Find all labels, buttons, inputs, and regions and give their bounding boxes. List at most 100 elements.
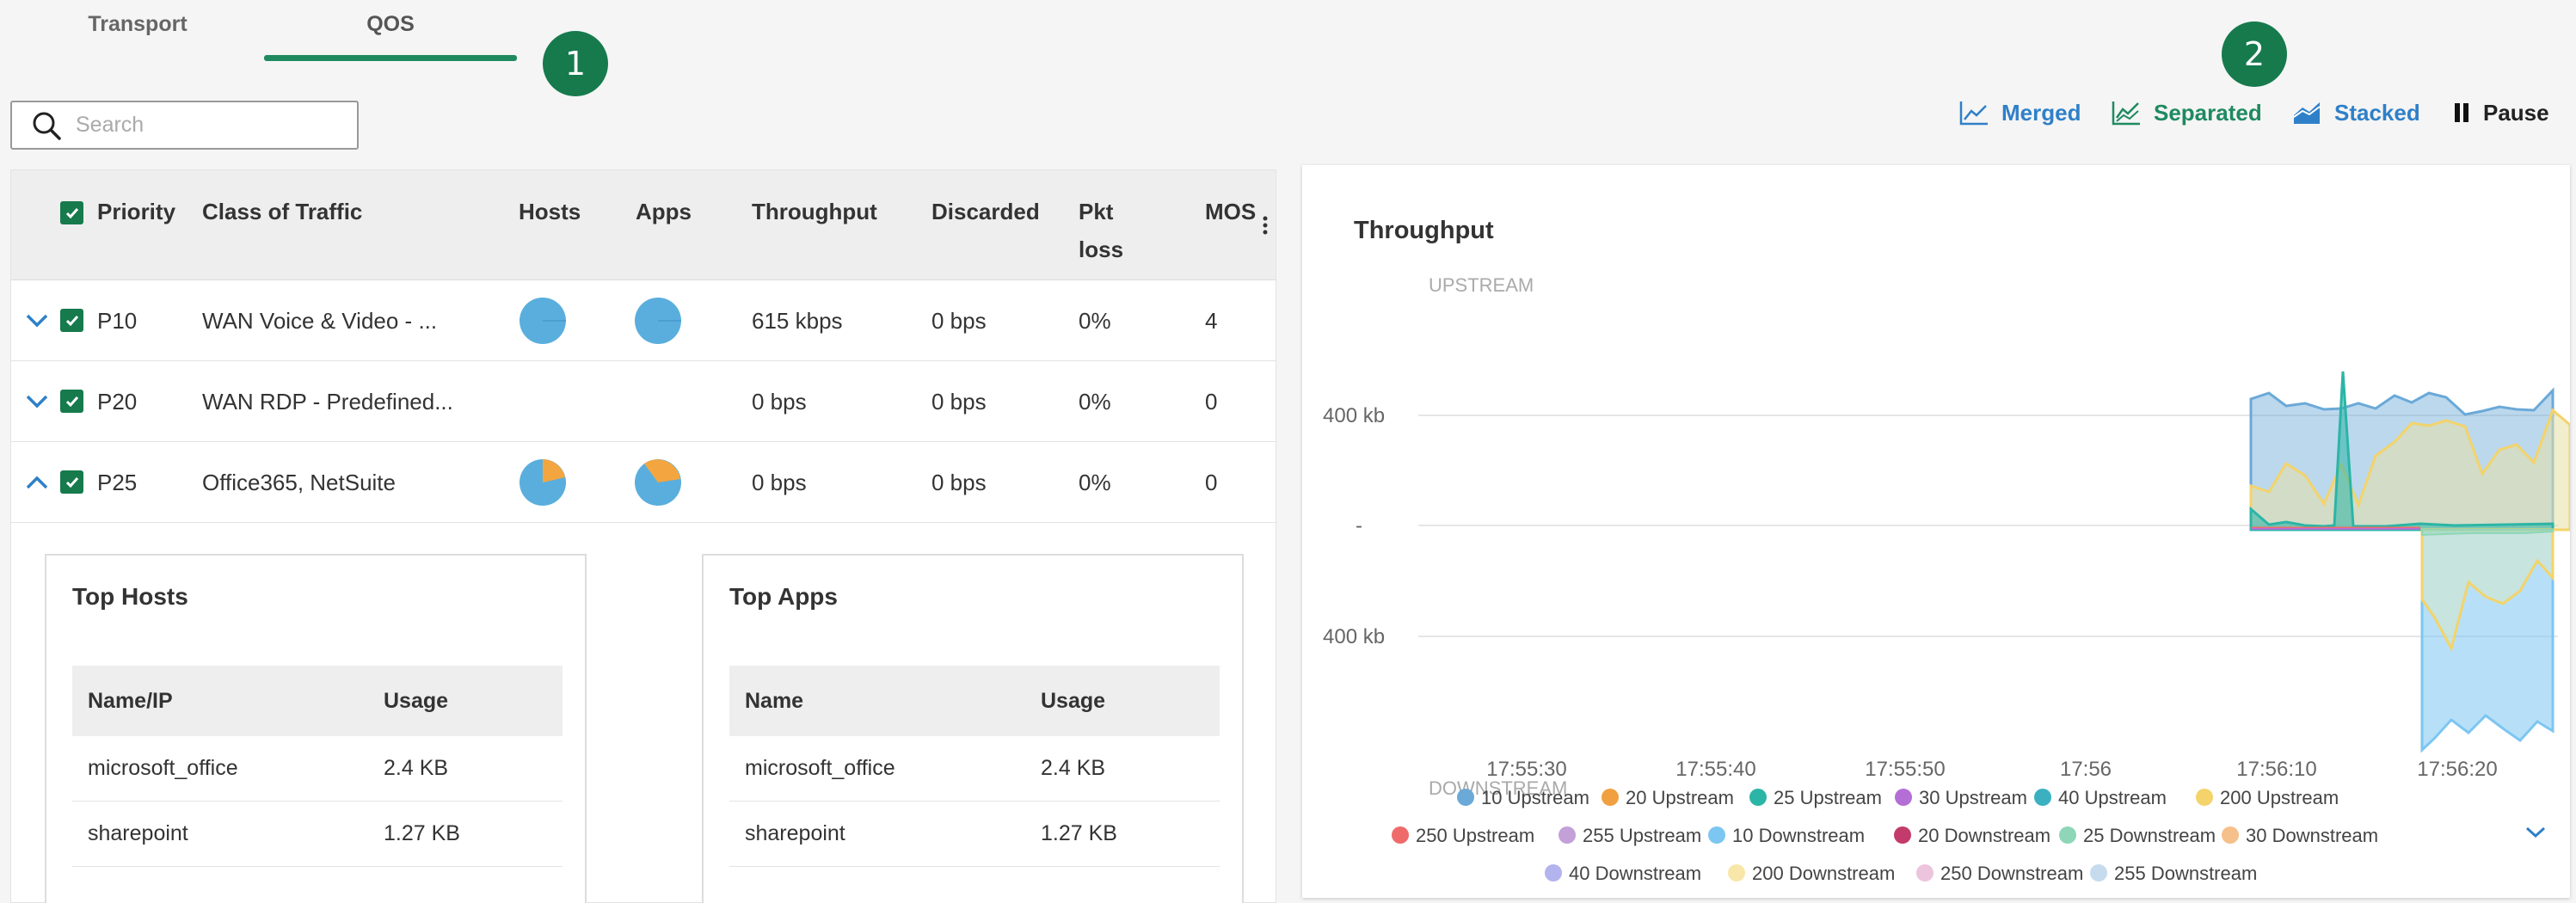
header-throughput[interactable]: Throughput <box>752 193 877 230</box>
header-hosts[interactable]: Hosts <box>519 193 581 230</box>
legend-swatch <box>1916 864 1934 882</box>
header-pkt-loss-line1: Pkt <box>1079 199 1114 224</box>
row-checkbox[interactable] <box>60 309 83 332</box>
apps-pie-chart[interactable] <box>634 280 682 361</box>
separated-button[interactable]: Separated <box>2111 95 2262 131</box>
legend-item[interactable]: 30 Downstream <box>2222 825 2378 846</box>
tab-transport[interactable]: Transport <box>34 0 241 48</box>
legend-item[interactable]: 25 Upstream <box>1749 787 1882 808</box>
row-checkbox[interactable] <box>60 470 83 494</box>
top-hosts-title: Top Hosts <box>72 583 188 610</box>
legend-label: 40 Downstream <box>1569 863 1701 884</box>
check-icon <box>65 315 78 326</box>
legend-label: 20 Upstream <box>1626 787 1734 808</box>
table-row[interactable]: sharepoint 1.27 KB <box>72 802 563 867</box>
legend-label: 25 Downstream <box>2083 825 2216 846</box>
legend-item[interactable]: 10 Downstream <box>1708 825 1865 846</box>
table-row[interactable]: P10 WAN Voice & Video - ... 615 kbps 0 b… <box>11 280 1276 361</box>
expand-chevron-icon[interactable] <box>23 388 51 415</box>
hosts-pie-chart[interactable] <box>519 280 567 361</box>
separated-label: Separated <box>2154 99 2262 126</box>
upstream-label: UPSTREAM <box>1429 274 1534 296</box>
header-name-ip[interactable]: Name/IP <box>72 689 384 714</box>
legend-label: 40 Upstream <box>2058 787 2167 808</box>
x-tick-label: 17:56 <box>2060 758 2112 781</box>
legend-label: 250 Upstream <box>1416 825 1534 846</box>
legend-swatch <box>1728 864 1745 882</box>
merged-button[interactable]: Merged <box>1958 95 2081 131</box>
header-mos[interactable]: MOS <box>1205 193 1256 230</box>
table-row[interactable]: microsoft_office 2.4 KB <box>729 736 1220 802</box>
cell-class: Office365, NetSuite <box>202 469 396 495</box>
collapse-chevron-icon[interactable] <box>23 469 51 496</box>
row-checkbox[interactable] <box>60 390 83 413</box>
legend-label: 10 Upstream <box>1481 787 1589 808</box>
header-priority[interactable]: Priority <box>97 193 175 230</box>
hosts-pie-chart[interactable] <box>519 442 567 523</box>
cell-mos: 0 <box>1205 469 1218 495</box>
cell-discarded: 0 bps <box>931 388 987 415</box>
legend-item[interactable]: 40 Upstream <box>2034 787 2167 808</box>
legend-item[interactable]: 255 Downstream <box>2090 863 2257 884</box>
throughput-chart[interactable]: UPSTREAM DOWNSTREAM 400 kb-400 kb 17:55:… <box>1302 165 2570 898</box>
legend-item[interactable]: 40 Downstream <box>1545 863 1701 884</box>
header-pkt-loss[interactable]: Pkt loss <box>1079 193 1123 268</box>
table-row[interactable]: P20 WAN RDP - Predefined... 0 bps 0 bps … <box>11 361 1276 442</box>
legend-item[interactable]: 255 Upstream <box>1559 825 1701 846</box>
legend-item[interactable]: 30 Upstream <box>1895 787 2027 808</box>
top-apps-table: Name Usage microsoft_office 2.4 KB share… <box>729 666 1220 867</box>
stacked-button[interactable]: Stacked <box>2291 95 2420 131</box>
legend-swatch <box>2222 826 2239 844</box>
legend-swatch <box>2034 789 2051 806</box>
app-usage: 1.27 KB <box>1041 821 1117 845</box>
cell-discarded: 0 bps <box>931 307 987 334</box>
table-header: Priority Class of Traffic Hosts Apps Thr… <box>11 170 1276 280</box>
legend-item[interactable]: 250 Downstream <box>1916 863 2083 884</box>
legend-swatch <box>1457 789 1474 806</box>
table-row[interactable]: P25 Office365, NetSuite 0 bps 0 bps 0% 0 <box>11 442 1276 523</box>
legend-item[interactable]: 25 Downstream <box>2059 825 2216 846</box>
header-usage[interactable]: Usage <box>1041 689 1220 714</box>
header-apps[interactable]: Apps <box>636 193 692 230</box>
header-name[interactable]: Name <box>729 689 1041 714</box>
table-row[interactable]: sharepoint 1.27 KB <box>729 802 1220 867</box>
legend-label: 30 Downstream <box>2246 825 2378 846</box>
app-name: sharepoint <box>745 821 845 845</box>
header-discarded[interactable]: Discarded <box>931 193 1040 230</box>
legend-item[interactable]: 20 Upstream <box>1602 787 1734 808</box>
y-tick-label: 400 kb <box>1323 625 1385 648</box>
header-class-of-traffic[interactable]: Class of Traffic <box>202 193 362 230</box>
header-usage[interactable]: Usage <box>384 689 563 714</box>
legend-expand-chevron-icon[interactable] <box>2525 826 2546 838</box>
select-all-checkbox[interactable] <box>60 201 83 224</box>
x-tick-label: 17:55:30 <box>1486 758 1566 781</box>
legend-label: 255 Downstream <box>2114 863 2257 884</box>
tab-qos[interactable]: QOS <box>264 0 517 48</box>
legend-item[interactable]: 200 Downstream <box>1728 863 1895 884</box>
cell-throughput: 0 bps <box>752 469 807 495</box>
apps-pie-chart[interactable] <box>634 442 682 523</box>
legend-item[interactable]: 20 Downstream <box>1894 825 2050 846</box>
legend-item[interactable]: 200 Upstream <box>2196 787 2339 808</box>
check-icon <box>65 476 78 488</box>
expand-chevron-icon[interactable] <box>23 307 51 335</box>
search-box[interactable] <box>10 101 359 150</box>
legend-swatch <box>1545 864 1562 882</box>
x-tick-label: 17:56:20 <box>2417 758 2497 781</box>
legend-swatch <box>1894 826 1911 844</box>
search-input[interactable] <box>76 113 334 138</box>
merged-label: Merged <box>2001 99 2081 126</box>
cell-pkt-loss: 0% <box>1079 469 1111 495</box>
search-icon <box>33 112 61 140</box>
host-name: sharepoint <box>88 821 188 845</box>
table-row[interactable]: microsoft_office 2.4 KB <box>72 736 563 802</box>
legend-item[interactable]: 250 Upstream <box>1392 825 1534 846</box>
x-tick-label: 17:55:40 <box>1675 758 1755 781</box>
legend-label: 250 Downstream <box>1940 863 2083 884</box>
column-menu-icon[interactable] <box>1262 215 1269 236</box>
pause-icon <box>2455 103 2468 122</box>
legend-swatch <box>1392 826 1409 844</box>
host-usage: 2.4 KB <box>384 756 449 780</box>
legend-swatch <box>2090 864 2107 882</box>
pause-button[interactable]: Pause <box>2452 95 2549 131</box>
